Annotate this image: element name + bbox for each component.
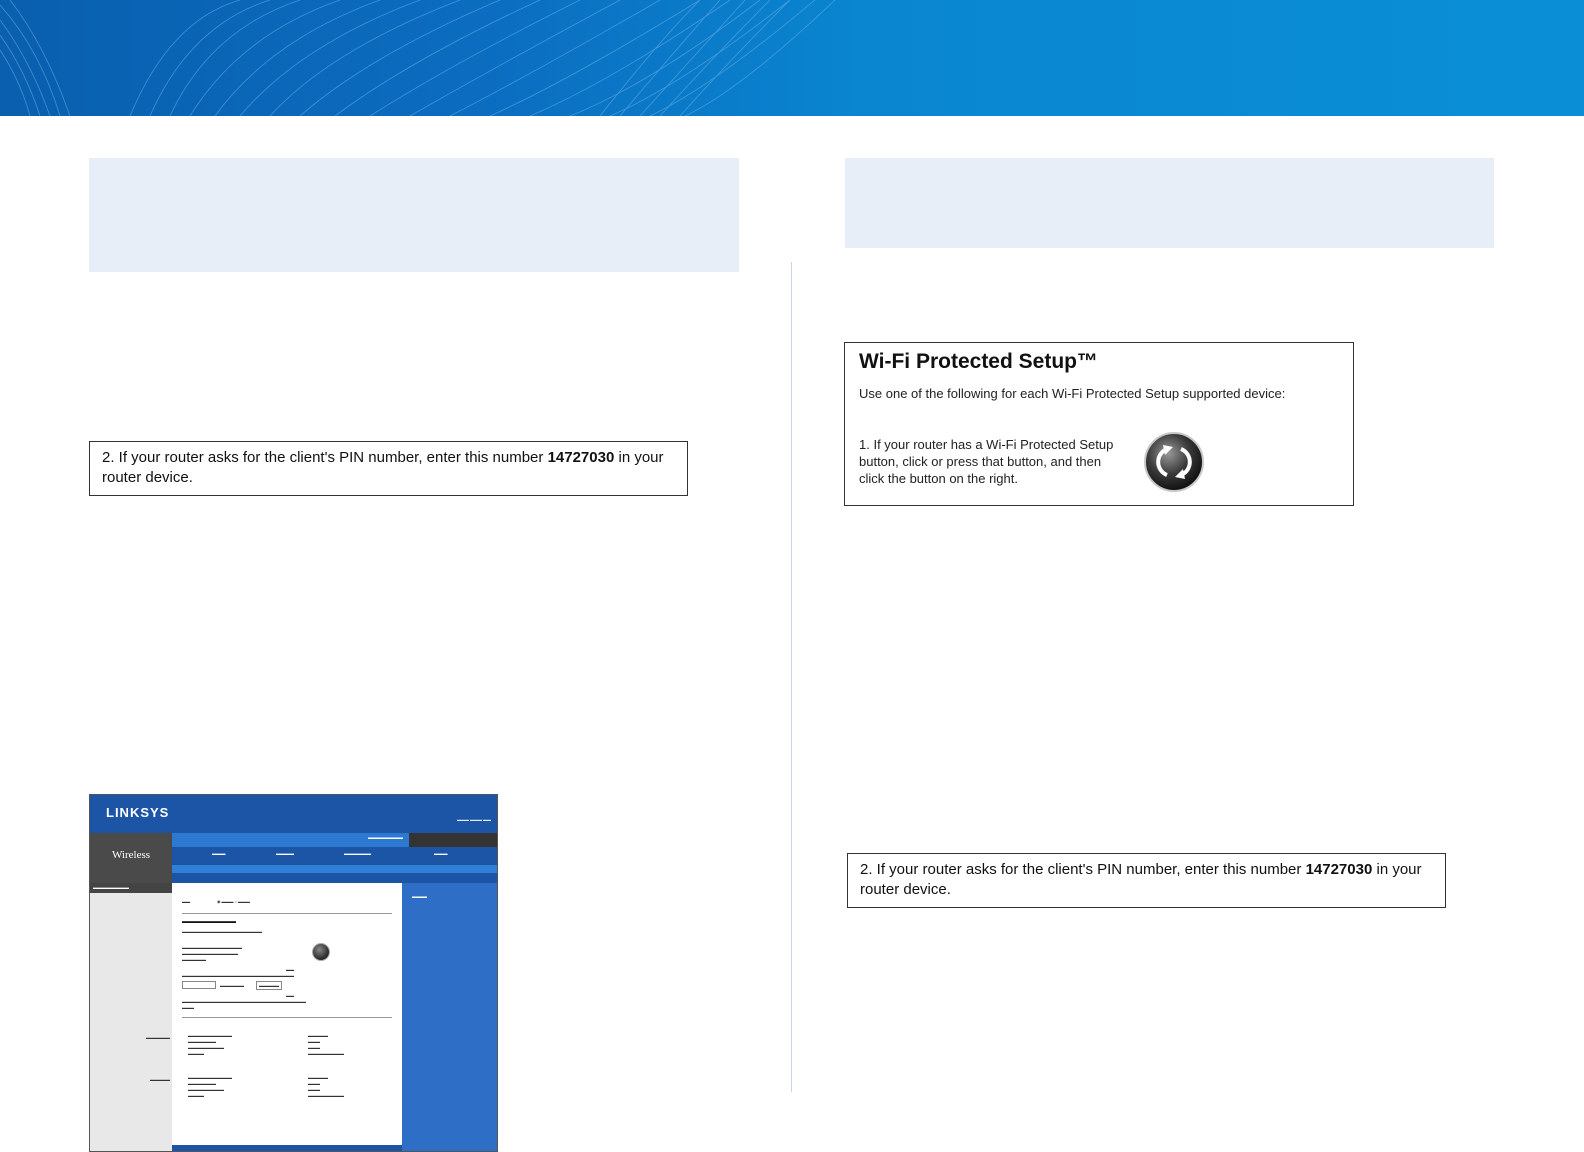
firmware-label: ▬▬▬ ▬▬▬ ▬▬	[457, 817, 491, 822]
pin-number: 14727030	[1305, 861, 1373, 878]
sidebar-heading: ▬▬▬▬▬▬▬▬	[90, 883, 172, 893]
mini-register-button[interactable]: ▬▬▬▬▬	[256, 981, 282, 990]
pin-instruction-right: 2. If your router asks for the client's …	[847, 853, 1446, 908]
linksys-screenshot: LINKSYS ▬▬▬ ▬▬▬ ▬▬ Wireless ▬▬▬▬▬▬▬ ▬▬▬ …	[89, 794, 498, 1152]
section-label: Wireless	[111, 849, 151, 861]
mini-step-1: ▬▬▬▬▬▬▬▬▬▬▬▬▬▬▬	[182, 945, 242, 950]
tab-wireless[interactable]: ▬▬▬▬	[276, 851, 294, 856]
separator	[182, 1017, 392, 1018]
status-block-5: ▬▬▬▬▬▬▬▬▬▬▬ ▬▬▬▬▬▬▬ ▬▬▬▬▬▬▬▬▬ ▬▬▬▬	[188, 1075, 232, 1098]
sidebar-label-24ghz: ▬▬▬▬▬▬	[146, 1035, 170, 1040]
tab-status[interactable]: ▬▬▬	[434, 851, 448, 856]
bottom-bar	[172, 1145, 402, 1151]
mini-step-3b: ▬▬▬	[182, 1005, 194, 1010]
mini-step-3: ▬▬▬▬▬▬▬▬▬▬▬▬▬▬▬▬▬▬▬▬▬▬▬▬▬▬▬▬▬▬▬	[182, 999, 306, 1004]
help-column	[402, 883, 497, 1151]
tab-administration[interactable]: ▬▬▬▬▬▬	[344, 851, 371, 856]
pin-instruction-left: 2. If your router asks for the client's …	[89, 441, 688, 496]
mini-step-1c: ▬▬▬▬▬▬	[182, 957, 206, 962]
wps-radio-row[interactable]: ▬▬ ◉ ▬▬▬ ○ ▬▬▬	[182, 899, 250, 904]
help-link[interactable]: ▬▬▬	[412, 895, 427, 900]
mini-or-1: ▬▬	[286, 967, 294, 972]
mini-wps-title: ▬▬▬▬▬▬▬▬▬	[182, 919, 236, 925]
product-label: ▬▬▬▬▬▬▬	[368, 836, 403, 841]
mini-step-2: ▬▬▬▬▬▬▬▬▬▬▬▬▬▬▬▬▬▬▬▬▬▬▬▬▬▬▬▬	[182, 973, 294, 978]
mini-wps-icon[interactable]	[312, 943, 330, 961]
wps-icon[interactable]	[1143, 431, 1205, 493]
pin-text-before: 2. If your router asks for the client's …	[860, 861, 1306, 878]
wps-title: Wi-Fi Protected Setup™	[859, 350, 1098, 373]
status-values-24: ▬▬▬▬▬ ▬▬▬ ▬▬▬ ▬▬▬▬▬▬▬▬▬	[308, 1033, 344, 1056]
wave-pattern	[0, 0, 836, 116]
tint-box-right	[845, 158, 1494, 248]
mini-step-1b: ▬▬▬▬▬▬▬▬▬▬▬▬▬▬	[182, 951, 238, 956]
linksys-logo: LINKSYS	[106, 805, 170, 820]
wps-panel: Wi-Fi Protected Setup™ Use one of the fo…	[844, 342, 1354, 506]
pin-text-before: 2. If your router asks for the client's …	[102, 449, 548, 466]
separator	[182, 913, 392, 914]
tab-setup[interactable]: ▬▬▬	[212, 851, 226, 856]
wps-subtitle: Use one of the following for each Wi-Fi …	[859, 386, 1286, 401]
column-divider	[791, 262, 792, 1092]
status-values-5: ▬▬▬▬▬ ▬▬▬ ▬▬▬ ▬▬▬▬▬▬▬▬▬	[308, 1075, 344, 1098]
sidebar-label-5ghz: ▬▬▬▬▬	[150, 1077, 170, 1082]
status-block-24: ▬▬▬▬▬▬▬▬▬▬▬ ▬▬▬▬▬▬▬ ▬▬▬▬▬▬▬▬▬ ▬▬▬▬	[188, 1033, 232, 1056]
sub-nav	[172, 865, 497, 873]
mini-wps-sub: ▬▬▬▬▬▬▬▬▬▬▬▬▬▬▬▬▬▬▬▬	[182, 929, 262, 934]
header-banner	[0, 0, 1584, 116]
nav-bar-dark	[409, 833, 497, 847]
wps-step-1: 1. If your router has a Wi-Fi Protected …	[859, 437, 1114, 486]
pin-number: 14727030	[547, 449, 615, 466]
tint-box-left	[89, 158, 739, 272]
mini-or-2: ▬▬	[286, 993, 294, 998]
sidebar	[90, 883, 172, 1151]
mini-register-text: ▬▬▬▬▬▬	[220, 983, 244, 988]
mini-pin-input[interactable]	[182, 981, 216, 989]
